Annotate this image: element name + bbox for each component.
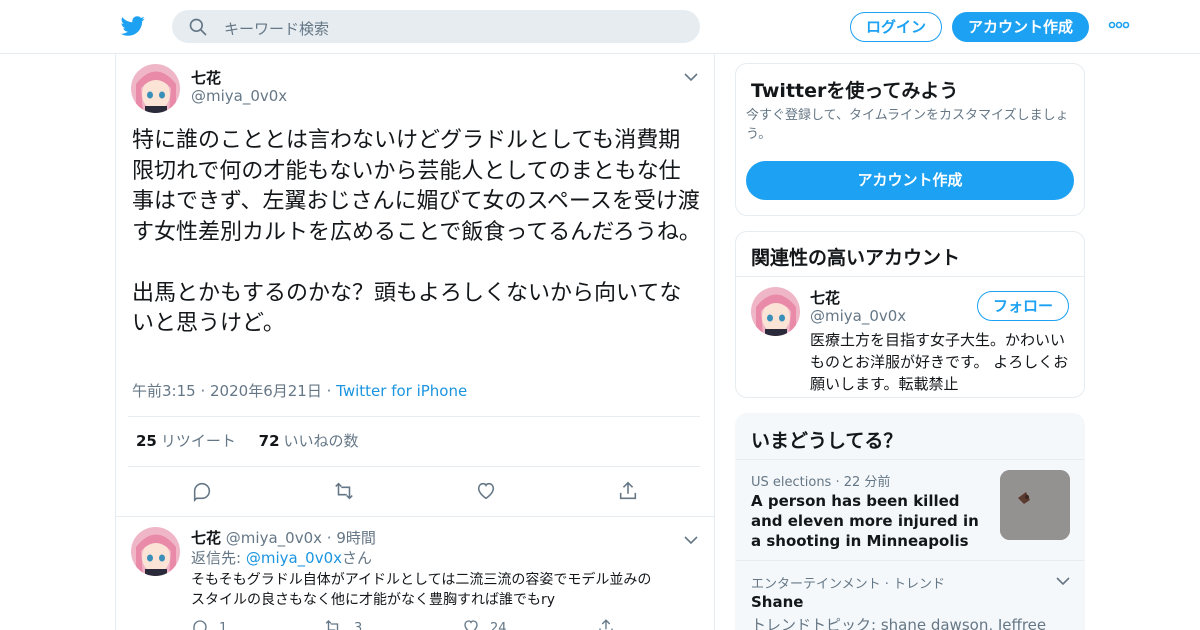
related-accounts-card: 関連性の高いアカウント 七花 @miya_0v0x フォロー 医療土方を目指す女… xyxy=(735,231,1085,398)
avatar[interactable] xyxy=(131,527,180,576)
reply-author-handle[interactable]: @miya_0v0x xyxy=(226,529,322,547)
twitter-bird-icon[interactable] xyxy=(120,14,146,38)
trend-category: エンターテインメント · トレンド xyxy=(751,577,946,592)
reply-text-line: スタイルの良さもなく他に才能がなく豊胸すれば誰でもry xyxy=(191,592,556,608)
author-handle[interactable]: @miya_0v0x xyxy=(191,87,287,105)
tweet-text: 特に誰のこととは言わないけどグラドルとしても消費期限切れで何の才能もないから芸能… xyxy=(132,128,701,336)
login-button[interactable]: ログイン xyxy=(850,12,942,42)
trend-title: Shane xyxy=(751,593,804,611)
related-bio: 医療土方を目指す女子大生。かわいいものとお洋服が好きです。 よろしくお願いします… xyxy=(810,331,1069,393)
search-bar[interactable]: キーワード検索 xyxy=(172,10,700,43)
reply-text-line: そもそもグラドル自体がアイドルとしては二流三流の容姿でモデル並みの xyxy=(191,572,652,588)
retweet-label: リツイート xyxy=(160,432,236,450)
trend-item[interactable]: US elections · 22 分前 A person has been k… xyxy=(736,459,1084,560)
trends-card-title: いまどうしてる？ xyxy=(751,430,903,452)
like-label: いいねの数 xyxy=(283,432,359,450)
trends-card: いまどうしてる？ US elections · 22 分前 A person h… xyxy=(735,413,1085,630)
retweet-stat[interactable]: 25 リツイート xyxy=(136,432,236,450)
chevron-down-icon[interactable] xyxy=(1056,576,1070,586)
trend-title: A person has been killed and eleven more… xyxy=(751,492,979,550)
retweet-icon[interactable] xyxy=(324,618,342,630)
top-bar: キーワード検索 ログイン アカウント作成 xyxy=(0,0,1200,54)
reply-to-suffix: さん xyxy=(342,549,373,567)
trend-item[interactable]: エンターテインメント · トレンド Shane トレンドトピック: shane … xyxy=(736,560,1084,630)
retweet-icon[interactable] xyxy=(333,480,355,502)
avatar[interactable] xyxy=(131,64,180,113)
trend-subtitle: トレンドトピック: shane dawson, Jeffree xyxy=(751,616,1047,630)
trend-thumbnail-image xyxy=(1000,470,1070,540)
avatar-image xyxy=(131,527,180,576)
like-stat[interactable]: 72 いいねの数 xyxy=(259,432,359,450)
tweet-stats: 25 リツイート 72 いいねの数 xyxy=(136,430,359,451)
tweet-meta: 午前3:15 · 2020年6月21日 · Twitter for iPhone xyxy=(132,380,467,401)
like-icon[interactable] xyxy=(475,480,497,502)
follow-button[interactable]: フォロー xyxy=(977,291,1069,321)
chevron-down-icon[interactable] xyxy=(684,72,698,82)
signup-button[interactable]: アカウント作成 xyxy=(952,12,1089,42)
reply-to: 返信先: @miya_0v0xさん xyxy=(191,548,372,568)
meta-separator: · xyxy=(200,382,211,400)
share-icon[interactable] xyxy=(617,480,639,502)
meta-separator: · xyxy=(326,382,337,400)
tweet-date[interactable]: 2020年6月21日 xyxy=(210,382,322,400)
avatar-image xyxy=(131,64,180,113)
reply-author-name[interactable]: 七花 xyxy=(191,529,221,547)
reply-tweet[interactable]: 七花 @miya_0v0x · 9時間 返信先: @miya_0v0xさん そも… xyxy=(116,516,714,630)
tweet-detail-column: 七花 @miya_0v0x 特に誰のこととは言わないけどグラドルとしても消費期限… xyxy=(115,54,715,630)
like-count: 72 xyxy=(258,432,280,450)
tweet-time[interactable]: 午前3:15 xyxy=(132,382,196,400)
divider xyxy=(128,416,700,417)
search-input[interactable]: キーワード検索 xyxy=(224,18,329,39)
reply-retweet-count: 3 xyxy=(354,621,363,630)
meta-separator: · xyxy=(326,529,332,547)
trend-category-label: US elections xyxy=(751,475,832,490)
reply-icon[interactable] xyxy=(191,480,213,502)
more-dots-icon[interactable] xyxy=(1108,18,1130,32)
related-name[interactable]: 七花 xyxy=(810,287,840,308)
signup-card-description: 今すぐ登録して、タイムラインをカスタマイズしましょう。 xyxy=(746,108,1069,142)
reply-like-count: 24 xyxy=(490,621,507,630)
reply-header: 七花 @miya_0v0x · 9時間 xyxy=(191,527,376,548)
search-icon xyxy=(189,18,207,36)
avatar[interactable] xyxy=(751,287,800,336)
reply-to-prefix: 返信先: xyxy=(191,549,246,567)
reply-reply-count: 1 xyxy=(219,621,228,630)
meta-separator: · xyxy=(835,475,844,490)
reply-icon[interactable] xyxy=(191,618,209,630)
reply-age[interactable]: 9時間 xyxy=(336,529,376,547)
avatar-image xyxy=(751,287,800,336)
create-account-button[interactable]: アカウント作成 xyxy=(746,161,1074,200)
trend-age: 22 分前 xyxy=(843,475,891,490)
chevron-down-icon[interactable] xyxy=(684,535,698,545)
related-handle[interactable]: @miya_0v0x xyxy=(810,307,906,325)
divider xyxy=(128,466,700,467)
related-card-title: 関連性の高いアカウント xyxy=(751,247,961,269)
divider xyxy=(736,276,1084,277)
trend-thumbnail xyxy=(1000,470,1070,540)
like-icon[interactable] xyxy=(462,618,480,630)
reply-to-handle[interactable]: @miya_0v0x xyxy=(246,549,342,567)
author-name[interactable]: 七花 xyxy=(191,67,221,88)
signup-card: Twitterを使ってみよう 今すぐ登録して、タイムラインをカスタマイズしましょ… xyxy=(735,63,1085,216)
signup-card-title: Twitterを使ってみよう xyxy=(751,80,959,102)
trend-category: US elections · 22 分前 xyxy=(751,471,890,490)
tweet-source[interactable]: Twitter for iPhone xyxy=(336,382,467,400)
share-icon[interactable] xyxy=(597,618,615,630)
retweet-count: 25 xyxy=(136,432,157,450)
